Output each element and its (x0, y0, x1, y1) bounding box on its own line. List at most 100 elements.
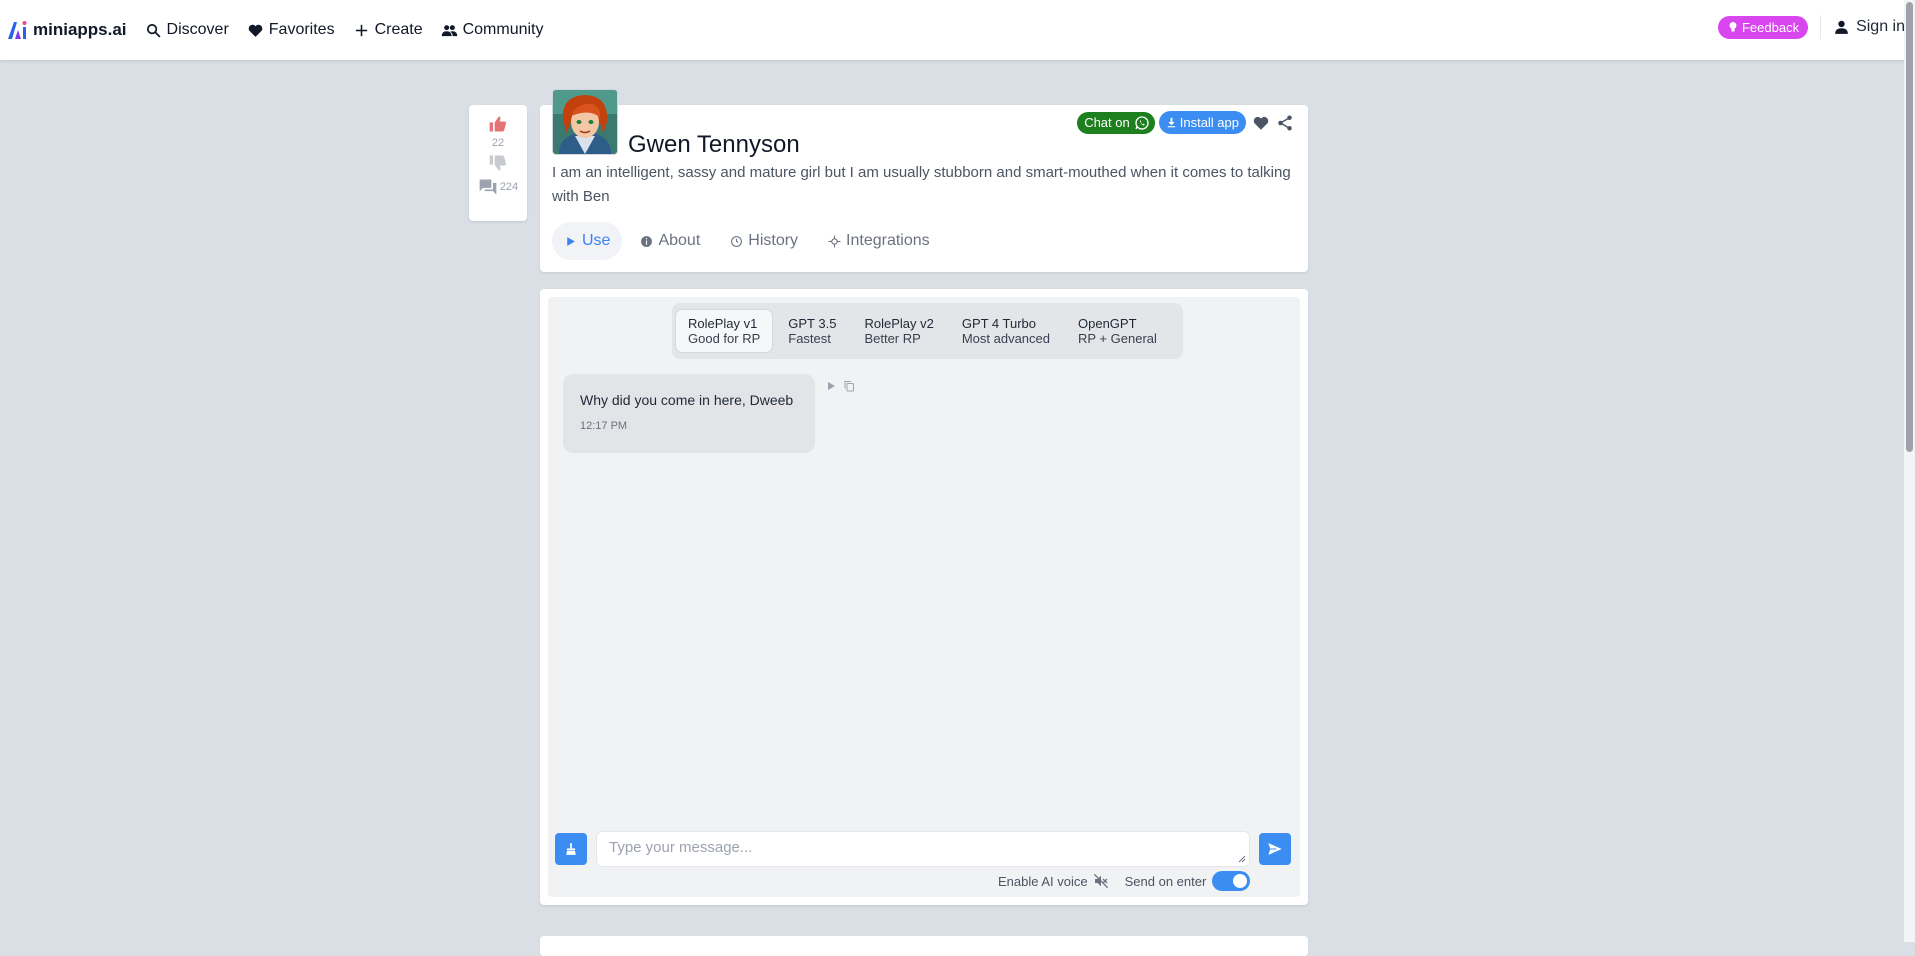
tab-use[interactable]: Use (552, 222, 623, 260)
send-on-enter-label: Send on enter (1124, 873, 1207, 889)
speaker-muted-icon[interactable] (1093, 873, 1109, 889)
broom-icon (566, 843, 576, 855)
comments-link[interactable]: 224 (478, 177, 518, 197)
nav-create-label: Create (374, 21, 423, 38)
message-bubble: Why did you come in here, Dweeb 12:17 PM (563, 374, 815, 453)
share-icon (1278, 115, 1292, 130)
message-time: 12:17 PM (580, 420, 628, 432)
model-subtitle: Most advanced (961, 331, 1050, 346)
tab-integrations[interactable]: Integrations (816, 222, 942, 260)
app-header-card: Gwen Tennyson Chat on Install app I am a… (540, 89, 1308, 272)
heart-icon (248, 24, 263, 37)
message-text: Why did you come in here, Dweeb (580, 392, 794, 408)
avatar (552, 89, 618, 155)
tab-use-label: Use (582, 232, 611, 249)
nav-create[interactable]: Create (353, 21, 423, 39)
comment-count: 224 (499, 181, 519, 193)
app-title: Gwen Tennyson (628, 131, 800, 158)
sign-in-button[interactable]: Sign in (1833, 18, 1905, 36)
nav-divider (1820, 15, 1822, 39)
like-count: 22 (491, 137, 505, 149)
next-section-card (540, 936, 1308, 956)
miniapps-logo-icon (8, 21, 27, 39)
share-button[interactable] (1276, 114, 1294, 132)
model-name: GPT 4 Turbo (961, 316, 1037, 331)
model-subtitle: Fastest (788, 331, 831, 346)
toggle-knob (1233, 874, 1248, 888)
model-option-roleplay-v2[interactable]: RolePlay v2 Better RP (852, 310, 945, 352)
nav-right: Feedback Sign in (1717, 15, 1905, 39)
clear-chat-button[interactable] (555, 833, 587, 865)
brand-logo[interactable]: miniapps.ai (6, 18, 127, 42)
info-icon (641, 235, 653, 247)
feedback-button[interactable]: Feedback (1717, 15, 1809, 39)
tab-history-label: History (748, 232, 799, 249)
app-tabs: Use About History Integrations (552, 222, 948, 260)
model-name: OpenGPT (1078, 316, 1137, 331)
header-actions: Chat on Install app (1077, 111, 1294, 134)
send-on-enter-toggle[interactable] (1212, 871, 1251, 891)
comments-icon (479, 179, 497, 195)
plus-icon (355, 24, 367, 36)
send-icon (1268, 843, 1282, 855)
model-picker: RolePlay v1 Good for RP GPT 3.5 Fastest … (672, 303, 1183, 359)
model-subtitle: RP + General (1078, 331, 1157, 346)
message-tools (825, 380, 861, 392)
nav-community-label: Community (462, 21, 544, 38)
tab-about-label: About (658, 232, 701, 249)
model-option-roleplay-v1[interactable]: RolePlay v1 Good for RP (676, 310, 773, 352)
scrollbar-thumb[interactable] (1906, 2, 1913, 452)
lightbulb-icon (1729, 22, 1737, 32)
model-subtitle: Good for RP (688, 331, 761, 346)
play-icon (567, 236, 575, 246)
download-icon (1167, 117, 1175, 128)
model-name: RolePlay v1 (688, 316, 758, 331)
feedback-label: Feedback (1741, 19, 1800, 35)
model-name: GPT 3.5 (788, 316, 837, 331)
nav-favorites[interactable]: Favorites (247, 21, 335, 39)
top-navbar: miniapps.ai Discover Favorites Create Co… (0, 0, 1915, 60)
chat-on-whatsapp-button[interactable]: Chat on (1077, 111, 1155, 134)
composer-options: Enable AI voice Send on enter (998, 871, 1251, 891)
chat-card: RolePlay v1 Good for RP GPT 3.5 Fastest … (540, 289, 1308, 905)
chat-on-label: Chat on (1084, 115, 1130, 130)
whatsapp-icon (1135, 115, 1149, 130)
install-app-button[interactable]: Install app (1158, 111, 1246, 134)
install-app-label: Install app (1179, 115, 1239, 130)
model-option-gpt-4-turbo[interactable]: GPT 4 Turbo Most advanced (950, 310, 1062, 352)
nav-discover-label: Discover (166, 21, 229, 38)
vote-panel: 22 224 (469, 105, 527, 221)
resize-handle-icon[interactable] (1238, 855, 1246, 863)
model-option-opengpt[interactable]: OpenGPT RP + General (1066, 310, 1169, 352)
play-icon[interactable] (825, 380, 837, 392)
people-icon (441, 24, 457, 36)
send-button[interactable] (1259, 833, 1291, 865)
heart-icon (1253, 116, 1269, 130)
user-icon (1835, 20, 1848, 34)
model-subtitle: Better RP (864, 331, 921, 346)
tab-about[interactable]: About (628, 222, 712, 260)
app-description: I am an intelligent, sassy and mature gi… (552, 164, 1291, 205)
history-icon (731, 235, 743, 247)
search-icon (146, 23, 161, 38)
nav-community[interactable]: Community (441, 21, 544, 39)
nav-favorites-label: Favorites (268, 21, 335, 38)
integrations-icon (828, 235, 841, 247)
chat-area: RolePlay v1 Good for RP GPT 3.5 Fastest … (548, 297, 1300, 897)
thumbs-up-icon[interactable] (488, 114, 508, 134)
page-scrollbar[interactable] (1904, 0, 1915, 942)
tab-integrations-label: Integrations (846, 232, 930, 249)
model-option-gpt-35[interactable]: GPT 3.5 Fastest (776, 310, 848, 352)
favorite-button[interactable] (1252, 114, 1270, 132)
message-input[interactable] (596, 831, 1250, 867)
brand-name: miniapps.ai (33, 20, 127, 39)
nav-discover[interactable]: Discover (145, 21, 229, 39)
thumbs-down-icon[interactable] (488, 153, 508, 173)
enable-ai-voice-label: Enable AI voice (998, 873, 1088, 889)
copy-icon[interactable] (843, 380, 855, 392)
composer-row (555, 831, 1293, 867)
avatar-image (553, 90, 617, 154)
sign-in-label: Sign in (1856, 18, 1905, 35)
tab-history[interactable]: History (718, 222, 810, 260)
model-name: RolePlay v2 (864, 316, 934, 331)
